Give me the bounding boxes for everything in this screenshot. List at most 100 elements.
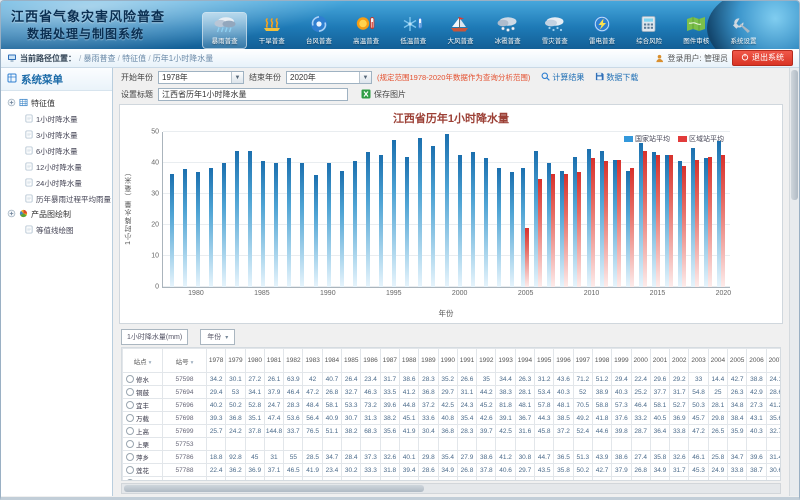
nav-item-calculator[interactable]: 综合风险 (628, 13, 671, 48)
download-button[interactable]: 数据下载 (595, 72, 638, 83)
monitor-icon (7, 53, 17, 63)
sidebar-item-isoline-drawing[interactable]: 等值线绘图 (3, 222, 110, 238)
y-tick-label: 0 (155, 284, 159, 291)
horizontal-scrollbar[interactable] (121, 483, 781, 494)
breadcrumb-link[interactable]: 特征值 (122, 54, 146, 63)
sidebar-item-rain-6h[interactable]: 6小时降水量 (3, 143, 110, 159)
start-year-select[interactable]: 1978年 ▼ (158, 71, 244, 84)
breadcrumb-link[interactable]: 历年1小时降水量 (153, 54, 213, 63)
value-cell: 40.2 (207, 399, 226, 412)
value-cell (747, 438, 766, 451)
value-cell: 24.7 (264, 399, 283, 412)
page-icon (25, 130, 33, 141)
year-filter-select[interactable]: 年份 ▾ (200, 329, 235, 345)
calculate-button[interactable]: 计算结果 (541, 72, 584, 83)
sidebar-item-rain-24h[interactable]: 24小时降水量 (3, 175, 110, 191)
value-cell: 53 (226, 386, 245, 399)
value-cell: 30.4 (419, 425, 438, 438)
save-image-button[interactable]: 保存图片 (361, 89, 406, 101)
sidebar-group-product-mapping[interactable]: 产品图绘制 (3, 207, 110, 222)
legend-entry[interactable]: 区域站平均 (678, 134, 724, 144)
value-cell: 63.9 (284, 373, 303, 386)
logout-button[interactable]: 退出系统 (732, 50, 793, 66)
high-temp-icon (353, 15, 379, 33)
sidebar-item-rain-1h[interactable]: 1小时降水量 (3, 111, 110, 127)
value-cell: 33.7 (284, 425, 303, 438)
nav-item-map[interactable]: 图件审核 (675, 13, 718, 48)
bar-group-1989 (309, 132, 322, 287)
row-select-radio[interactable] (126, 388, 134, 396)
row-select-radio[interactable] (126, 401, 134, 409)
bar-group-1980 (191, 132, 204, 287)
value-cell: 27.3 (747, 399, 766, 412)
value-cell: 27.9 (419, 477, 438, 482)
value-cell: 43.5 (535, 464, 554, 477)
nav-item-high-temp[interactable]: 高温普查 (345, 13, 388, 48)
value-cell: 26.8 (631, 464, 650, 477)
row-select-radio[interactable] (126, 375, 134, 383)
value-cell: 27.9 (457, 451, 476, 464)
table-row: 修水5759834.230.127.226.163.94240.726.423.… (123, 373, 782, 386)
chart-title-input[interactable] (158, 88, 348, 101)
value-cell (573, 438, 592, 451)
vertical-scrollbar[interactable] (789, 68, 799, 496)
nav-item-lightning[interactable]: 雷电普查 (580, 13, 623, 48)
nav-item-drought[interactable]: 干旱普查 (250, 13, 293, 48)
row-select-radio[interactable] (126, 466, 134, 474)
value-cell: 41.2 (399, 386, 418, 399)
menu-icon (7, 73, 17, 86)
column-header-year: 1994 (515, 349, 534, 373)
horizontal-scrollbar-thumb[interactable] (124, 485, 424, 492)
row-select-radio[interactable] (126, 453, 134, 461)
column-header-station[interactable]: 站点▾ (123, 349, 163, 373)
column-header-year: 1990 (438, 349, 457, 373)
value-cell: 36.7 (515, 412, 534, 425)
value-cell: 29.7 (438, 386, 457, 399)
hail-icon (495, 15, 521, 33)
value-cell: 39.8 (496, 477, 515, 482)
x-tick-label: 1980 (188, 290, 204, 297)
nav-item-rainstorm[interactable]: 暴雨普查 (203, 13, 246, 48)
page-icon (25, 114, 33, 125)
nav-item-snow[interactable]: 雪灾普查 (533, 13, 576, 48)
bar (287, 158, 291, 287)
value-cell: 144.8 (264, 425, 283, 438)
nav-item-wrench[interactable]: 系统设置 (722, 13, 765, 48)
vertical-scrollbar-thumb[interactable] (791, 70, 798, 200)
table-row: 万载5769839.336.835.147.453.656.440.930.73… (123, 412, 782, 425)
row-select-radio[interactable] (126, 427, 134, 435)
value-cell: 38.6 (612, 451, 631, 464)
value-cell: 28.1 (515, 386, 534, 399)
dataset-selector[interactable]: 1小时降水量(mm) (121, 329, 188, 345)
value-cell: 34.9 (650, 464, 669, 477)
row-select-radio[interactable] (126, 440, 134, 448)
row-select-radio[interactable] (126, 479, 134, 481)
sidebar-group-features[interactable]: 特征值 (3, 96, 110, 111)
sidebar-item-rain-3h[interactable]: 3小时降水量 (3, 127, 110, 143)
value-cell: 34.1 (245, 386, 264, 399)
value-cell: 26.3 (728, 386, 747, 399)
column-header-station-id[interactable]: 站号▾ (163, 349, 207, 373)
sidebar-item-rain-12h[interactable]: 12小时降水量 (3, 159, 110, 175)
expand-toggle-icon[interactable] (7, 209, 16, 220)
row-select-radio[interactable] (126, 414, 134, 422)
value-cell: 23.8 (708, 477, 727, 482)
value-cell (226, 438, 245, 451)
nav-item-gale[interactable]: 大风普查 (439, 13, 482, 48)
value-cell: 38.6 (477, 451, 496, 464)
value-cell (515, 438, 534, 451)
nav-item-hail[interactable]: 冰雹普查 (486, 13, 529, 48)
value-cell: 31 (264, 451, 283, 464)
value-cell: 33.8 (728, 464, 747, 477)
sidebar-item-storm-process-avg[interactable]: 历年暴雨过程平均雨量 (3, 191, 110, 207)
breadcrumb-link[interactable]: 暴雨普查 (83, 54, 115, 63)
value-cell (496, 438, 515, 451)
value-cell: 73.2 (361, 399, 380, 412)
legend-entry[interactable]: 国家站平均 (624, 134, 670, 144)
value-cell: 29.7 (515, 464, 534, 477)
end-year-select[interactable]: 2020年 ▼ (286, 71, 372, 84)
nav-item-low-temp[interactable]: 低温普查 (392, 13, 435, 48)
bar-group-2010 (584, 132, 597, 287)
expand-toggle-icon[interactable] (7, 98, 16, 109)
nav-item-typhoon[interactable]: 台风普查 (297, 13, 340, 48)
